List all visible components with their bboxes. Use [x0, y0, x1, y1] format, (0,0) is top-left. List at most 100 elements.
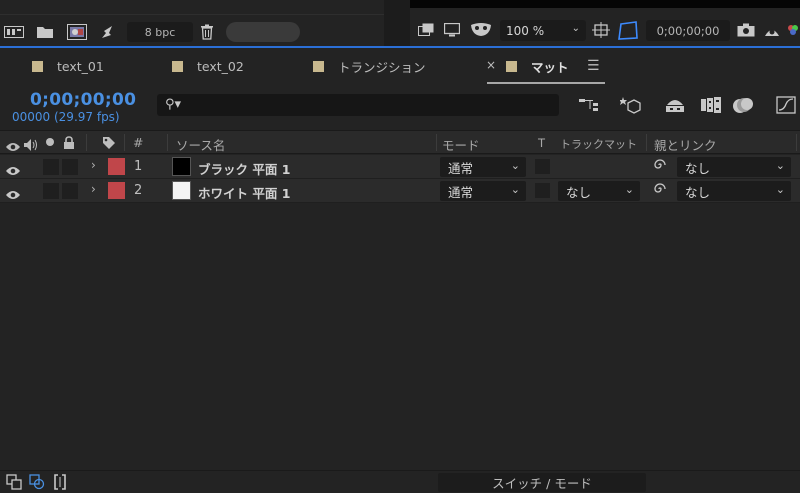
layer-name[interactable]: ブラック 平面 1 — [198, 159, 290, 178]
interpret-footage-icon[interactable] — [3, 22, 25, 42]
new-folder-icon[interactable] — [35, 22, 55, 42]
layer-name[interactable]: ホワイト 平面 1 — [198, 183, 290, 202]
layer-thumbnail — [172, 181, 191, 200]
flowchart-icon[interactable] — [98, 22, 118, 42]
color-channel-icon[interactable] — [786, 20, 800, 40]
expand-arrow-icon[interactable]: › — [91, 158, 96, 172]
switches-modes-toggle[interactable]: スイッチ / モード — [438, 473, 646, 492]
timeline-tab-bar: text_01 text_02 トランジション × マット ☰ — [0, 48, 800, 84]
motion-blur-icon[interactable] — [730, 94, 756, 116]
column-parent-link: 親とリンク — [654, 138, 717, 153]
chevron-down-icon: ⌄ — [571, 23, 580, 34]
chevron-down-icon: ⌄ — [624, 183, 634, 196]
column-divider — [86, 134, 87, 151]
video-visibility-icon[interactable] — [6, 137, 20, 156]
frame-rate-display: 00000 (29.97 fps) — [12, 110, 120, 124]
expand-arrow-icon[interactable]: › — [91, 182, 96, 196]
divider — [0, 14, 384, 15]
panel-gap — [384, 0, 410, 46]
solo-toggle[interactable] — [43, 159, 59, 175]
layer-switches-icon[interactable] — [6, 474, 22, 490]
audio-icon[interactable] — [24, 136, 40, 155]
new-composition-icon[interactable] — [66, 22, 88, 42]
zoom-value: 100 % — [506, 23, 545, 38]
column-divider — [167, 134, 168, 151]
viewer-timecode[interactable]: 0;00;00;00 — [646, 20, 730, 41]
tab-text-02[interactable]: text_02 — [172, 48, 244, 84]
layer-row[interactable]: › 1 ブラック 平面 1 通常 ⌄ なし ⌄ — [0, 155, 800, 179]
transparency-grid-icon[interactable] — [616, 20, 640, 42]
column-track-matte: トラックマット — [560, 138, 637, 151]
layer-search-input[interactable]: ⚲▾ — [157, 94, 559, 116]
track-matte-value: なし — [566, 184, 592, 200]
transfer-controls-icon[interactable] — [29, 474, 45, 490]
parent-dropdown[interactable]: なし ⌄ — [677, 181, 791, 201]
tab-transition[interactable]: トランジション — [313, 48, 426, 84]
layer-column-header: # ソース名 モード T トラックマット 親とリンク — [0, 130, 800, 154]
region-of-interest-icon[interactable] — [590, 20, 612, 40]
tab-matte[interactable]: マット — [506, 48, 569, 84]
bit-depth-button[interactable]: 8 bpc — [127, 22, 193, 42]
preserve-transparency-toggle[interactable] — [535, 183, 550, 198]
graph-editor-icon[interactable] — [774, 94, 800, 116]
column-divider — [436, 134, 437, 151]
pick-whip-icon[interactable] — [653, 182, 667, 200]
column-t: T — [538, 136, 546, 150]
label-color-swatch[interactable] — [108, 182, 125, 199]
chevron-down-icon: ⌄ — [510, 159, 520, 172]
composition-swatch — [313, 60, 324, 72]
layer-number: 2 — [134, 183, 143, 198]
hide-shy-layers-icon[interactable] — [662, 94, 688, 116]
layer-number: 1 — [134, 159, 143, 174]
composition-swatch — [172, 60, 183, 72]
blend-mode-value: 通常 — [448, 184, 474, 200]
parent-value: なし — [685, 160, 711, 176]
panel-menu-icon[interactable]: ☰ — [587, 58, 600, 74]
camera-snapshot-icon[interactable] — [736, 20, 756, 40]
monitor-icon[interactable] — [442, 20, 462, 40]
lock-toggle[interactable] — [62, 159, 78, 175]
composition-viewer-canvas — [410, 0, 800, 8]
label-tag-icon[interactable] — [102, 135, 116, 154]
pick-whip-icon[interactable] — [653, 158, 667, 176]
magnification-dropdown[interactable]: 100 % ⌄ — [500, 20, 586, 41]
parent-dropdown[interactable]: なし ⌄ — [677, 157, 791, 177]
tab-label: text_01 — [57, 58, 104, 74]
composition-swatch — [506, 60, 517, 72]
solo-toggle[interactable] — [43, 183, 59, 199]
lock-toggle[interactable] — [62, 183, 78, 199]
column-mode: モード — [442, 138, 480, 153]
in-out-duration-icon[interactable] — [52, 474, 68, 490]
trash-icon[interactable] — [198, 22, 216, 42]
column-divider — [646, 134, 647, 151]
tab-text-01[interactable]: text_01 — [32, 48, 104, 84]
close-icon[interactable]: × — [486, 58, 496, 72]
bit-depth-label: 8 bpc — [144, 25, 176, 39]
preserve-transparency-toggle[interactable] — [535, 159, 550, 174]
blend-mode-dropdown[interactable]: 通常 ⌄ — [440, 157, 526, 177]
always-preview-icon[interactable] — [416, 20, 436, 40]
viewer-timecode-value: 0;00;00;00 — [656, 23, 720, 38]
thumbnail-size-slider[interactable] — [226, 22, 300, 42]
column-source-name[interactable]: ソース名 — [176, 135, 225, 154]
label-color-swatch[interactable] — [108, 158, 125, 175]
video-visibility-icon[interactable] — [6, 185, 20, 199]
tab-label: text_02 — [197, 58, 244, 74]
mask-visibility-icon[interactable] — [468, 20, 494, 40]
show-snapshot-icon[interactable] — [762, 20, 782, 40]
chevron-down-icon: ⌄ — [510, 183, 520, 196]
frame-blending-icon[interactable] — [698, 94, 724, 116]
blend-mode-value: 通常 — [448, 160, 474, 176]
track-matte-dropdown[interactable]: なし ⌄ — [558, 181, 640, 201]
draft-3d-icon[interactable] — [618, 94, 644, 116]
lock-icon[interactable] — [63, 135, 75, 154]
layer-row[interactable]: › 2 ホワイト 平面 1 通常 ⌄ なし ⌄ なし ⌄ — [0, 179, 800, 203]
chevron-down-icon: ⌄ — [775, 183, 785, 196]
composition-flowchart-icon[interactable] — [576, 94, 602, 116]
column-divider — [796, 134, 797, 151]
current-time-display[interactable]: 0;00;00;00 — [30, 90, 136, 110]
blend-mode-dropdown[interactable]: 通常 ⌄ — [440, 181, 526, 201]
solo-icon[interactable] — [46, 138, 54, 146]
video-visibility-icon[interactable] — [6, 161, 20, 175]
switches-modes-label: スイッチ / モード — [492, 476, 592, 491]
